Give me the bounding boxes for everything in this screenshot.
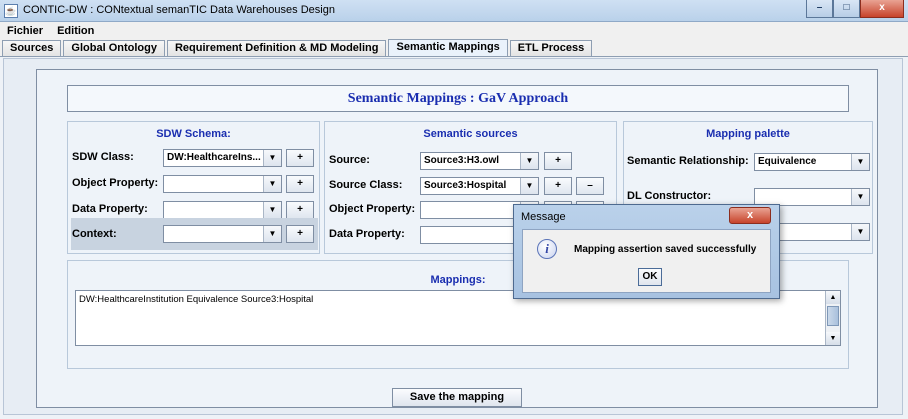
sdw-data-property-label: Data Property: xyxy=(72,203,148,215)
semantic-sources-title: Semantic sources xyxy=(423,128,518,140)
dialog-body: i Mapping assertion saved successfully O… xyxy=(522,229,771,293)
chevron-down-icon[interactable]: ▼ xyxy=(263,150,281,166)
source-value: Source3:H3.owl xyxy=(424,155,500,166)
java-icon: ☕ xyxy=(4,4,18,18)
source-label: Source: xyxy=(329,154,370,166)
menu-fichier[interactable]: Fichier xyxy=(0,25,50,37)
sdw-class-value: DW:HealthcareIns... xyxy=(167,152,261,163)
source-select[interactable]: Source3:H3.owl ▼ xyxy=(420,152,539,170)
maximize-button[interactable]: □ xyxy=(833,0,860,18)
context-row: Context: ▼ + xyxy=(71,218,318,250)
semantic-relationship-select[interactable]: Equivalence ▼ xyxy=(754,153,870,171)
menu-edition[interactable]: Edition xyxy=(50,25,101,37)
sdw-class-select[interactable]: DW:HealthcareIns... ▼ xyxy=(163,149,282,167)
tab-requirement-definition[interactable]: Requirement Definition & MD Modeling xyxy=(166,40,387,56)
chevron-down-icon[interactable]: ▼ xyxy=(263,202,281,218)
source-data-property-label: Data Property: xyxy=(329,228,405,240)
source-class-label: Source Class: xyxy=(329,179,403,191)
scroll-thumb[interactable] xyxy=(827,306,839,326)
dialog-message: Mapping assertion saved successfully xyxy=(574,244,757,255)
window-titlebar: ☕ CONTIC-DW : CONtextual semanTIC Data W… xyxy=(0,0,908,22)
tab-sources[interactable]: Sources xyxy=(2,40,62,56)
menubar: Fichier Edition xyxy=(0,22,908,39)
sdw-data-property-select[interactable]: ▼ xyxy=(163,201,282,219)
page-title: Semantic Mappings : GaV Approach xyxy=(67,85,849,112)
remove-source-class-button[interactable]: – xyxy=(576,177,604,195)
dialog-close-button[interactable]: x xyxy=(729,207,771,224)
add-context-button[interactable]: + xyxy=(286,225,314,243)
source-object-property-label: Object Property: xyxy=(329,203,416,215)
source-class-select[interactable]: Source3:Hospital ▼ xyxy=(420,177,539,195)
dialog-title: Message xyxy=(521,211,566,223)
ok-button[interactable]: OK xyxy=(638,268,662,286)
window-controls: – □ x xyxy=(806,0,904,18)
source-class-value: Source3:Hospital xyxy=(424,180,507,191)
sdw-object-property-select[interactable]: ▼ xyxy=(163,175,282,193)
window-title: CONTIC-DW : CONtextual semanTIC Data War… xyxy=(23,4,335,16)
tab-strip: Sources Global Ontology Requirement Defi… xyxy=(0,39,908,57)
mappings-scrollbar[interactable]: ▲ ▼ xyxy=(825,291,840,345)
mapping-palette-title: Mapping palette xyxy=(706,128,790,140)
tab-etl-process[interactable]: ETL Process xyxy=(509,40,593,56)
add-source-button[interactable]: + xyxy=(544,152,572,170)
chevron-down-icon[interactable]: ▼ xyxy=(263,226,281,242)
close-button[interactable]: x xyxy=(860,0,904,18)
tab-global-ontology[interactable]: Global Ontology xyxy=(63,40,165,56)
chevron-down-icon[interactable]: ▼ xyxy=(851,224,869,240)
context-label: Context: xyxy=(72,228,117,240)
chevron-down-icon[interactable]: ▼ xyxy=(520,153,538,169)
mapping-line: DW:HealthcareInstitution Equivalence Sou… xyxy=(79,294,314,305)
chevron-down-icon[interactable]: ▼ xyxy=(520,178,538,194)
chevron-down-icon[interactable]: ▼ xyxy=(851,189,869,205)
add-sdw-object-property-button[interactable]: + xyxy=(286,175,314,193)
chevron-down-icon[interactable]: ▼ xyxy=(263,176,281,192)
add-source-class-button[interactable]: + xyxy=(544,177,572,195)
info-icon: i xyxy=(537,239,557,259)
save-mapping-button[interactable]: Save the mapping xyxy=(392,388,522,407)
semantic-relationship-label: Semantic Relationship: xyxy=(627,155,749,167)
dl-constructor-label: DL Constructor: xyxy=(627,190,712,202)
tab-semantic-mappings[interactable]: Semantic Mappings xyxy=(388,39,508,56)
context-select[interactable]: ▼ xyxy=(163,225,282,243)
add-sdw-data-property-button[interactable]: + xyxy=(286,201,314,219)
sdw-schema-group: SDW Schema: SDW Class: DW:HealthcareIns.… xyxy=(67,121,320,254)
scroll-up-icon[interactable]: ▲ xyxy=(826,291,840,304)
chevron-down-icon[interactable]: ▼ xyxy=(851,154,869,170)
sdw-class-label: SDW Class: xyxy=(72,151,134,163)
message-dialog: Message x i Mapping assertion saved succ… xyxy=(513,204,780,299)
scroll-down-icon[interactable]: ▼ xyxy=(826,332,840,345)
sdw-object-property-label: Object Property: xyxy=(72,177,159,189)
sdw-schema-title: SDW Schema: xyxy=(156,128,231,140)
minimize-button[interactable]: – xyxy=(806,0,833,18)
add-sdw-class-button[interactable]: + xyxy=(286,149,314,167)
semantic-relationship-value: Equivalence xyxy=(758,156,817,167)
